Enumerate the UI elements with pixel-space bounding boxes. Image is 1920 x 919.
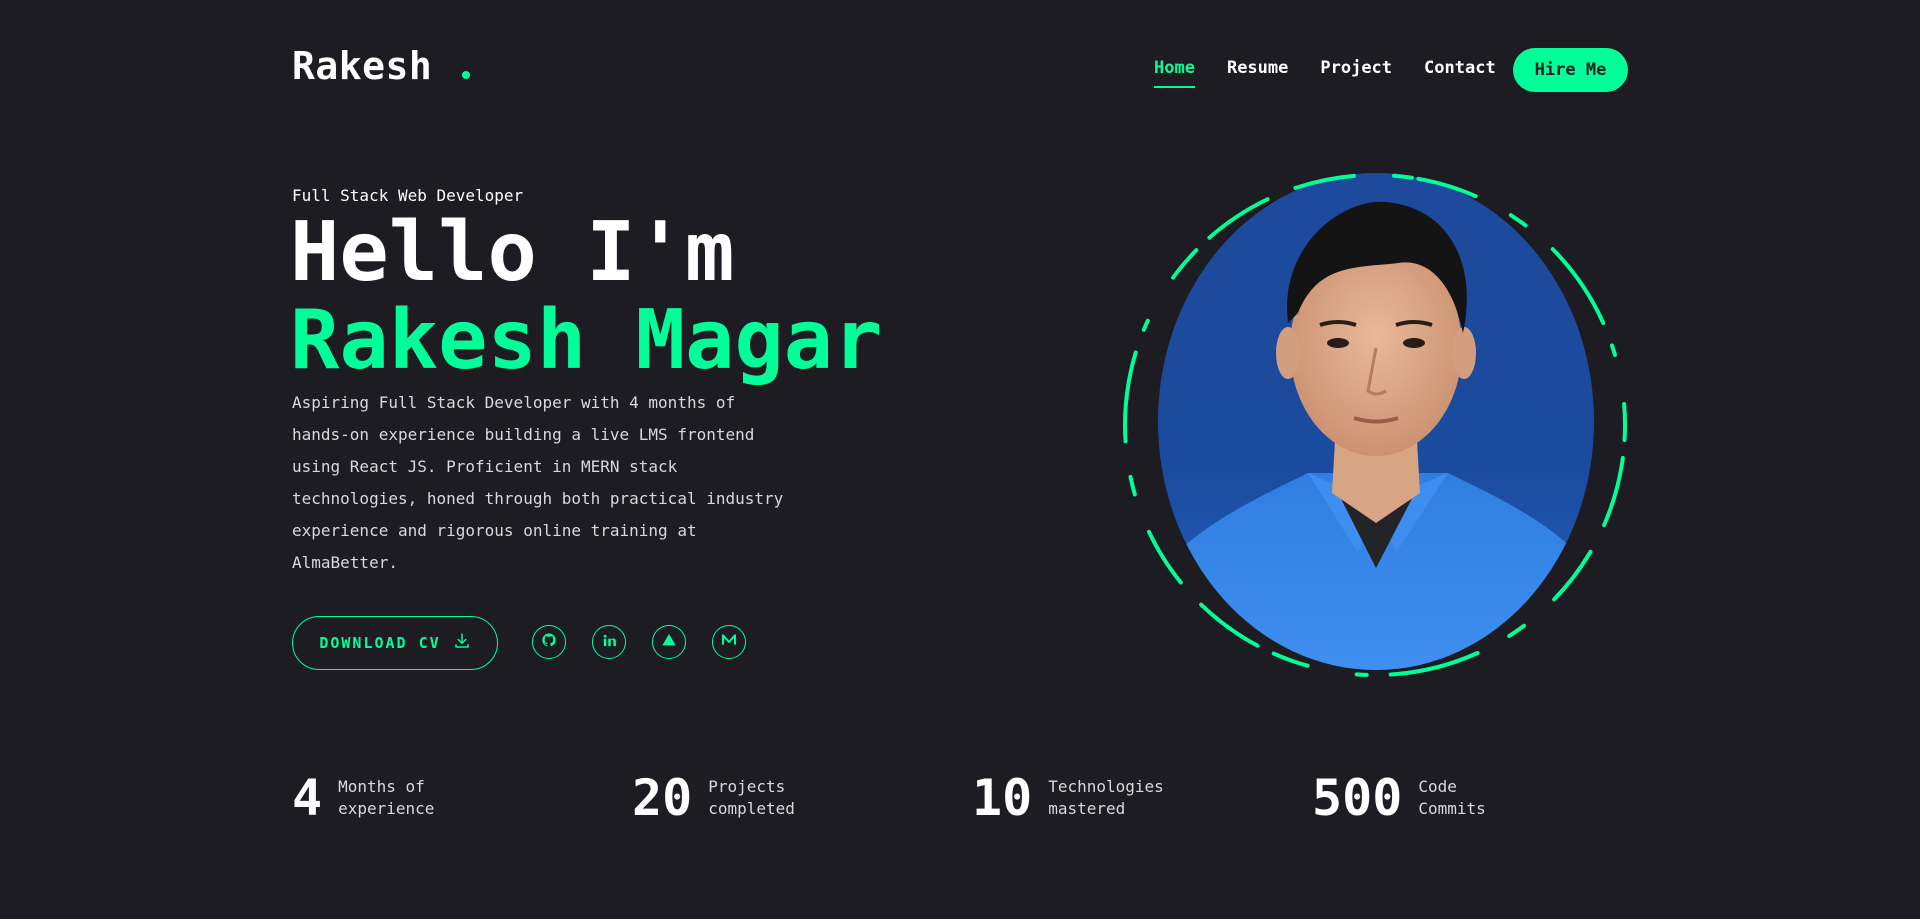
- logo-dot: [462, 71, 471, 79]
- linkedin-link[interactable]: [592, 625, 626, 659]
- hero-role: Full Stack Web Developer: [292, 186, 524, 205]
- download-cv-label: DOWNLOAD CV: [319, 634, 441, 652]
- stat-commits: 500 Code Commits: [1312, 770, 1486, 826]
- medium-icon: [721, 632, 737, 652]
- stat-value: 4: [292, 769, 323, 827]
- stat-label-line2: Commits: [1418, 799, 1486, 818]
- download-cv-button[interactable]: DOWNLOAD CV: [292, 616, 498, 670]
- hire-me-button[interactable]: Hire Me: [1513, 48, 1628, 92]
- logo-text: Rakesh: [292, 44, 433, 88]
- hero-name: Rakesh Magar: [290, 293, 883, 388]
- download-icon: [453, 632, 471, 654]
- nav-resume[interactable]: Resume: [1227, 58, 1288, 84]
- stat-projects: 20 Projects completed: [632, 770, 795, 826]
- logo[interactable]: Rakesh: [292, 44, 471, 88]
- stat-label-line1: Months of: [338, 777, 425, 796]
- github-link[interactable]: [532, 625, 566, 659]
- stat-value: 500: [1312, 769, 1403, 827]
- stat-experience: 4 Months of experience: [292, 770, 434, 826]
- hero-description: Aspiring Full Stack Developer with 4 mon…: [292, 393, 784, 572]
- nav-contact[interactable]: Contact: [1424, 58, 1496, 84]
- triangle-link[interactable]: [652, 625, 686, 659]
- main-nav: Home Resume Project Contact: [1154, 58, 1528, 88]
- stat-label-line1: Technologies: [1048, 777, 1164, 796]
- stat-value: 20: [632, 769, 693, 827]
- stat-label-line2: completed: [708, 799, 795, 818]
- medium-link[interactable]: [712, 625, 746, 659]
- stat-label: Projects completed: [708, 776, 795, 820]
- dashed-ring: [1123, 173, 1627, 677]
- stat-value: 10: [972, 769, 1033, 827]
- github-icon: [541, 632, 557, 652]
- stat-label-line1: Code: [1418, 777, 1457, 796]
- stat-label: Months of experience: [338, 776, 434, 820]
- nav-project[interactable]: Project: [1320, 58, 1392, 84]
- profile-photo-area: [1120, 170, 1630, 680]
- hero-greeting: Hello I'm: [290, 205, 735, 300]
- stat-label-line2: experience: [338, 799, 435, 818]
- stat-label-line2: mastered: [1048, 799, 1126, 818]
- nav-home[interactable]: Home: [1154, 58, 1195, 88]
- stat-label-line1: Projects: [708, 777, 786, 796]
- stat-label: Code Commits: [1418, 776, 1485, 820]
- triangle-icon: [661, 632, 677, 652]
- stat-technologies: 10 Technologies mastered: [972, 770, 1164, 826]
- stat-label: Technologies mastered: [1048, 776, 1164, 820]
- linkedin-icon: [602, 633, 617, 652]
